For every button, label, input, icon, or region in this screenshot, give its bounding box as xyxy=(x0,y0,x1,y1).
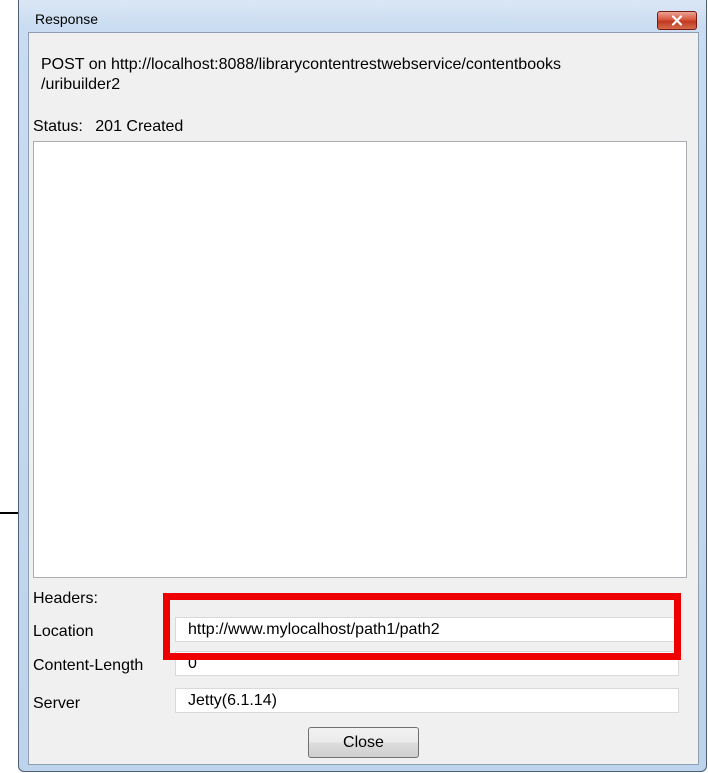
request-url-line1: POST on http://localhost:8088/librarycon… xyxy=(41,56,561,73)
status-row: Status: 201 Created xyxy=(33,118,183,136)
close-window-button[interactable] xyxy=(657,11,697,30)
title-bar: Response xyxy=(19,0,706,32)
highlight-annotation-box xyxy=(163,593,681,660)
close-x-icon xyxy=(671,15,683,26)
status-value: 201 Created xyxy=(95,118,184,135)
window-title: Response xyxy=(35,11,99,27)
status-label: Status: xyxy=(33,118,83,135)
header-name-server: Server xyxy=(33,695,81,712)
dialog-client-area: POST on http://localhost:8088/librarycon… xyxy=(28,32,699,765)
request-url: POST on http://localhost:8088/librarycon… xyxy=(41,55,686,95)
header-name-content-length: Content-Length xyxy=(33,657,144,674)
header-value-server[interactable]: Jetty(6.1.14) xyxy=(175,688,679,713)
response-dialog: Response POST on http://localhost:8088/l… xyxy=(18,0,707,772)
headers-label: Headers: xyxy=(33,590,98,607)
response-body-textarea[interactable] xyxy=(33,141,687,578)
header-name-location: Location xyxy=(33,623,94,640)
close-button[interactable]: Close xyxy=(308,727,419,758)
request-url-line2: /uribuilder2 xyxy=(41,76,121,93)
